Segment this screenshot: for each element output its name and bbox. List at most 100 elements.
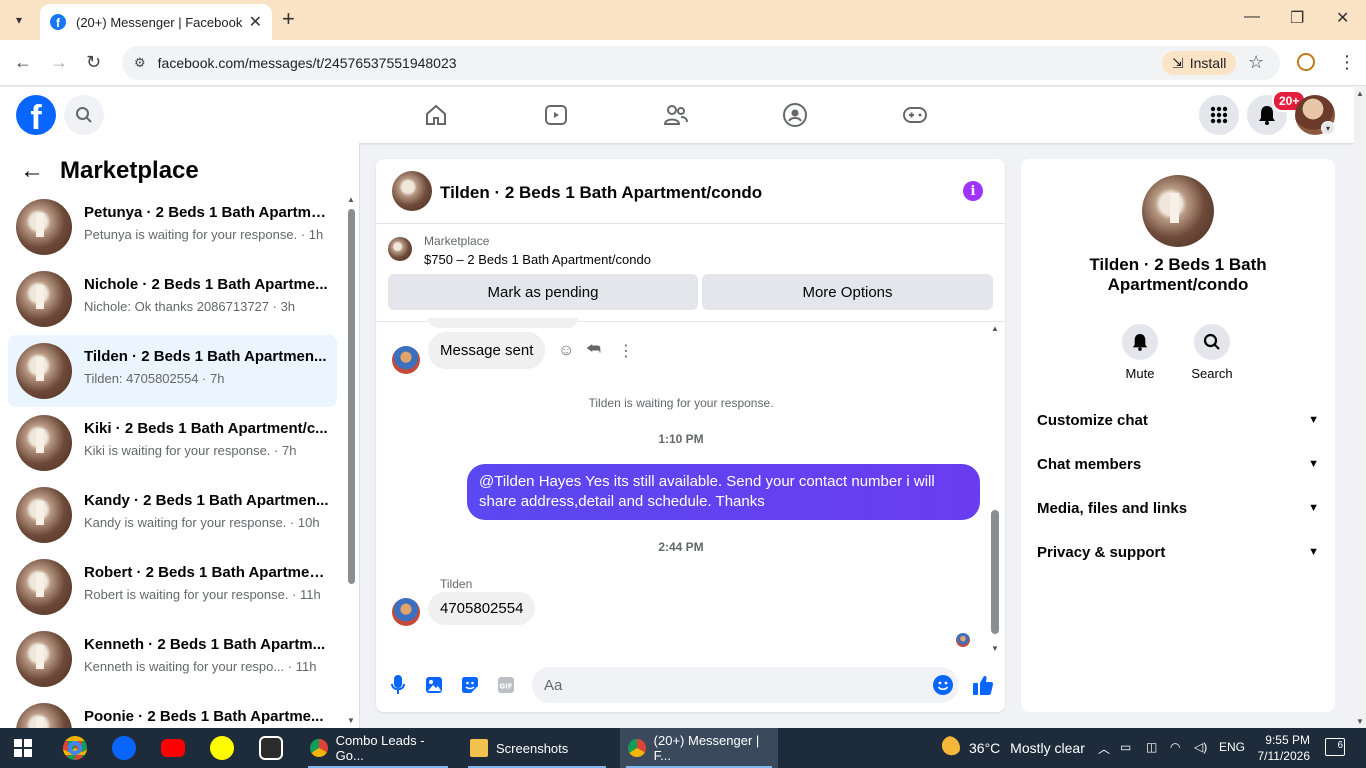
browser-tab[interactable]: f (20+) Messenger | Facebook ✕	[40, 4, 272, 40]
address-bar[interactable]: ⚙ facebook.com/messages/t/24576537551948…	[122, 46, 1280, 80]
language-indicator[interactable]: ENG	[1219, 740, 1245, 754]
facebook-logo-icon[interactable]: f	[16, 95, 56, 135]
message-bubble[interactable]: Message sent	[428, 332, 546, 369]
minimize-icon[interactable]: —	[1244, 8, 1260, 26]
scroll-up-icon[interactable]: ▲	[347, 195, 355, 204]
scrollbar-thumb[interactable]	[348, 209, 355, 584]
microphone-icon[interactable]	[387, 674, 409, 696]
back-arrow-icon[interactable]: ←	[20, 157, 44, 185]
facebook-favicon-icon: f	[50, 14, 66, 30]
browser-menu-icon[interactable]: ⋮	[1338, 52, 1356, 73]
taskbar-chrome-combo-leads[interactable]: Combo Leads - Go...	[302, 728, 454, 768]
scroll-down-icon[interactable]: ▼	[347, 716, 355, 725]
menu-grid-icon[interactable]	[1199, 95, 1239, 135]
reload-icon[interactable]: ↻	[86, 52, 101, 73]
home-icon[interactable]	[422, 101, 450, 129]
taskbar-screenshots-folder[interactable]: Screenshots	[462, 728, 612, 768]
install-button[interactable]: ⇲ Install	[1162, 51, 1237, 75]
volume-icon[interactable]: ◁)	[1194, 740, 1207, 754]
conversation-name: Kiki · 2 Beds 1 Bath Apartment/c...	[84, 420, 328, 437]
browser-profile-icon[interactable]	[1297, 53, 1315, 71]
chrome-icon[interactable]	[63, 736, 87, 760]
gif-icon[interactable]: GIF	[495, 674, 517, 696]
scroll-up-icon[interactable]: ▲	[1356, 89, 1364, 98]
chat-avatar[interactable]	[392, 171, 432, 211]
seen-indicator-avatar	[956, 633, 970, 647]
taskbar-chrome-messenger[interactable]: (20+) Messenger | F...	[620, 728, 778, 768]
customize-chat-row[interactable]: Customize chat ▼	[1037, 408, 1319, 432]
sticker-icon[interactable]	[459, 674, 481, 696]
chat-title[interactable]: Tilden · 2 Beds 1 Bath Apartment/condo	[440, 183, 762, 203]
reply-icon[interactable]: ⮪	[586, 341, 601, 359]
mute-button[interactable]: Mute	[1110, 324, 1170, 381]
weather-widget[interactable]: 36°C Mostly clear	[969, 740, 1085, 756]
snapchat-icon[interactable]	[210, 736, 234, 760]
react-icon[interactable]: ☺	[558, 342, 574, 360]
wifi-icon[interactable]: ◠	[1170, 740, 1180, 754]
search-label: Search	[1191, 366, 1233, 381]
conversation-list-scrollbar[interactable]: ▲ ▼	[346, 195, 356, 725]
clock[interactable]: 9:55 PM 7/11/2026	[1256, 732, 1311, 764]
info-icon[interactable]: i	[963, 181, 983, 201]
sender-avatar[interactable]	[392, 598, 420, 626]
conversation-item[interactable]: Nichole · 2 Beds 1 Bath Apartme... Nicho…	[8, 263, 337, 335]
facebook-header: f	[0, 87, 1354, 143]
tab-close-icon[interactable]: ✕	[249, 12, 262, 32]
emoji-icon[interactable]	[933, 675, 953, 695]
restore-icon[interactable]: ❐	[1290, 8, 1304, 28]
show-hidden-icons-chevron-icon[interactable]: ︿	[1098, 740, 1110, 757]
sender-avatar[interactable]	[392, 346, 420, 374]
search-in-conversation-button[interactable]: Search	[1182, 324, 1242, 381]
conversation-item[interactable]: Robert · 2 Beds 1 Bath Apartmen... Rober…	[8, 551, 337, 623]
conversation-item[interactable]: Kenneth · 2 Beds 1 Bath Apartm... Kennet…	[8, 623, 337, 695]
chevron-down-icon: ▼	[1308, 546, 1319, 558]
like-thumbs-up-icon[interactable]	[972, 674, 994, 696]
close-window-icon[interactable]: ✕	[1336, 8, 1349, 28]
chat-members-row[interactable]: Chat members ▼	[1037, 452, 1319, 476]
listing-thumbnail[interactable]	[388, 237, 412, 261]
facebook-app-icon[interactable]	[112, 736, 136, 760]
back-icon[interactable]: ←	[14, 52, 32, 73]
new-tab-icon[interactable]: +	[282, 8, 295, 30]
outgoing-message-bubble[interactable]: @Tilden Hayes Yes its still available. S…	[467, 464, 980, 520]
message-input[interactable]: Aa	[532, 667, 959, 703]
scroll-down-icon[interactable]: ▼	[1356, 717, 1364, 726]
listing-title[interactable]: $750 – 2 Beds 1 Bath Apartment/condo	[424, 252, 651, 267]
video-icon[interactable]	[542, 101, 570, 129]
weather-moon-icon[interactable]	[936, 736, 960, 760]
youtube-icon[interactable]	[161, 739, 185, 757]
more-options-button[interactable]: More Options	[702, 274, 993, 310]
battery-icon[interactable]: ▭	[1120, 740, 1131, 754]
search-icon[interactable]	[64, 95, 104, 135]
chat-scrollbar[interactable]: ▲ ▼	[990, 324, 1000, 653]
tab-search-icon[interactable]: ▾	[8, 9, 30, 31]
device-icon[interactable]: ◫	[1146, 740, 1157, 754]
conversation-item[interactable]: Poonie · 2 Beds 1 Bath Apartme...	[8, 695, 337, 728]
scroll-up-icon[interactable]: ▲	[991, 324, 999, 333]
scroll-down-icon[interactable]: ▼	[991, 644, 999, 653]
groups-icon[interactable]	[781, 101, 809, 129]
photo-icon[interactable]	[423, 674, 445, 696]
tab-title: (20+) Messenger | Facebook	[76, 14, 243, 30]
friends-icon[interactable]	[662, 101, 690, 129]
notification-center-icon[interactable]: 6	[1325, 738, 1345, 756]
site-info-icon[interactable]: ⚙	[134, 55, 146, 71]
conversation-item[interactable]: Kandy · 2 Beds 1 Bath Apartmen... Kandy …	[8, 479, 337, 551]
contact-avatar[interactable]	[1142, 175, 1214, 247]
media-files-links-row[interactable]: Media, files and links ▼	[1037, 496, 1319, 520]
windows-start-icon[interactable]	[14, 739, 32, 757]
message-bubble[interactable]: 4705802554	[428, 592, 536, 625]
gaming-icon[interactable]	[901, 101, 929, 129]
capcut-icon[interactable]	[259, 736, 283, 760]
forward-icon[interactable]: →	[50, 52, 68, 73]
conversation-item[interactable]: Petunya · 2 Beds 1 Bath Apartme... Petun…	[8, 191, 337, 263]
scrollbar-thumb[interactable]	[991, 510, 999, 634]
page-scrollbar[interactable]: ▲ ▼	[1354, 87, 1366, 728]
conversation-item-active[interactable]: Tilden · 2 Beds 1 Bath Apartmen... Tilde…	[8, 335, 337, 407]
bookmark-star-icon[interactable]: ☆	[1248, 52, 1264, 73]
conversation-item[interactable]: Kiki · 2 Beds 1 Bath Apartment/c... Kiki…	[8, 407, 337, 479]
more-icon[interactable]: ⋮	[618, 341, 634, 361]
account-chevron-icon[interactable]: ▾	[1321, 121, 1335, 135]
mark-as-pending-button[interactable]: Mark as pending	[388, 274, 698, 310]
privacy-support-row[interactable]: Privacy & support ▼	[1037, 540, 1319, 564]
